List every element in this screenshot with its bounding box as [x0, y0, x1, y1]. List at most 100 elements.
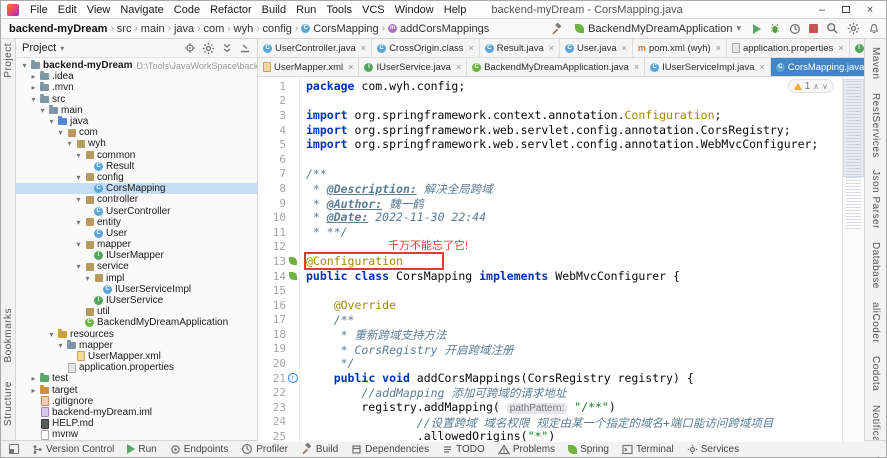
- tab-close-icon[interactable]: ×: [634, 62, 639, 72]
- status-todo[interactable]: TODO: [442, 444, 485, 455]
- code-line[interactable]: registry.addMapping( pathPattern: "/**"): [306, 400, 842, 415]
- tool-window-button-project[interactable]: Project: [3, 43, 14, 78]
- status-run[interactable]: Run: [127, 444, 156, 455]
- tree-item-usercontroller[interactable]: CUserController: [16, 205, 257, 216]
- tree-arrow-icon[interactable]: ▾: [74, 218, 83, 227]
- collapse-all-button[interactable]: [221, 42, 233, 54]
- gutter-line[interactable]: 6: [258, 152, 299, 167]
- tree-arrow-icon[interactable]: ▸: [29, 386, 38, 395]
- tab-pom-xml-wyh[interactable]: mpom.xml (wyh)×: [633, 39, 727, 57]
- menu-edit[interactable]: Edit: [53, 4, 82, 16]
- gutter-line[interactable]: 22: [258, 385, 299, 400]
- tree-item-mapper[interactable]: ▾mapper: [16, 340, 257, 351]
- code-line[interactable]: public void addCorsMappings(CorsRegistry…: [306, 371, 842, 386]
- tree-arrow-icon[interactable]: ▾: [74, 240, 83, 249]
- code-line[interactable]: //设置跨域 域名权限 规定由某一个指定的域名+端口能访问跨域项目: [306, 415, 842, 430]
- gutter-line[interactable]: 9: [258, 196, 299, 211]
- minimap-scrollbar[interactable]: [842, 77, 864, 442]
- tree-arrow-icon[interactable]: ▾: [74, 173, 83, 182]
- gutter-line[interactable]: 20: [258, 356, 299, 371]
- tree-item-main[interactable]: ▾main: [16, 105, 257, 116]
- tab-close-icon[interactable]: ×: [760, 62, 765, 72]
- menu-file[interactable]: File: [25, 4, 53, 16]
- inspections-widget[interactable]: 1 ∧ ∨: [788, 79, 834, 93]
- chevron-down-icon[interactable]: ▾: [60, 44, 64, 53]
- gutter-line[interactable]: 17: [258, 313, 299, 328]
- gutter-line[interactable]: 3: [258, 108, 299, 123]
- build-button[interactable]: [551, 23, 563, 35]
- gutter-line[interactable]: 18: [258, 327, 299, 342]
- tree-arrow-icon[interactable]: ▾: [74, 262, 83, 271]
- tab-backendmydreamapplication-java[interactable]: CBackendMyDreamApplication.java×: [467, 58, 645, 76]
- tree-item-result[interactable]: CResult: [16, 161, 257, 172]
- gutter-line[interactable]: 12: [258, 240, 299, 255]
- gutter-line[interactable]: 16: [258, 298, 299, 313]
- stop-button[interactable]: [809, 24, 818, 33]
- gutter-line[interactable]: 15: [258, 283, 299, 298]
- code-line[interactable]: /**: [306, 313, 842, 328]
- tree-item-test[interactable]: ▸test: [16, 373, 257, 384]
- settings-button[interactable]: [847, 22, 860, 35]
- gutter-line[interactable]: 1: [258, 79, 299, 94]
- gutter-line[interactable]: 14: [258, 269, 299, 284]
- gutter-line[interactable]: 5: [258, 137, 299, 152]
- gutter-line[interactable]: 11: [258, 225, 299, 240]
- menu-build[interactable]: Build: [257, 4, 291, 16]
- tree-item-util[interactable]: util: [16, 306, 257, 317]
- code-line[interactable]: import org.springframework.web.servlet.c…: [306, 123, 842, 138]
- tool-window-button-structure[interactable]: Structure: [3, 381, 14, 426]
- notifications-button[interactable]: [868, 23, 880, 35]
- minimize-button[interactable]: –: [810, 4, 834, 16]
- status-dependencies[interactable]: Dependencies: [351, 444, 429, 455]
- code-editor[interactable]: 123456789101112131415161718192021↑222324…: [258, 77, 864, 442]
- status-profiler[interactable]: Profiler: [241, 443, 288, 455]
- tree-arrow-icon[interactable]: ▾: [74, 151, 83, 160]
- code-line[interactable]: @Override: [306, 298, 842, 313]
- hide-panel-button[interactable]: [239, 42, 251, 54]
- breadcrumb-item-src[interactable]: src: [115, 23, 134, 35]
- tree-arrow-icon[interactable]: ▾: [56, 341, 65, 350]
- status-services[interactable]: Services: [687, 444, 739, 455]
- code-line[interactable]: * @Description: 解决全局跨域: [306, 181, 842, 196]
- tree-item-controller[interactable]: ▾controller: [16, 194, 257, 205]
- gutter-line[interactable]: 4: [258, 123, 299, 138]
- code-line[interactable]: /**: [306, 167, 842, 182]
- breadcrumb-item-com[interactable]: com: [202, 23, 227, 35]
- gutter-line[interactable]: 25: [258, 429, 299, 444]
- tab-close-icon[interactable]: ×: [469, 43, 474, 53]
- code-area[interactable]: package com.wyh.config; import org.spring…: [300, 77, 842, 442]
- next-problem-icon[interactable]: ∨: [822, 82, 828, 91]
- tree-item-entity[interactable]: ▾entity: [16, 217, 257, 228]
- tab-iuserserviceimpl-java[interactable]: CIUserServiceImpl.java×: [645, 58, 771, 76]
- gutter-line[interactable]: 2: [258, 94, 299, 109]
- panel-settings-button[interactable]: [202, 42, 215, 55]
- menu-window[interactable]: Window: [390, 4, 439, 16]
- tool-window-button-alicoder[interactable]: aliCoder: [870, 302, 881, 343]
- tab-close-icon[interactable]: ×: [456, 62, 461, 72]
- tree-item-iuserservice[interactable]: IIUserService: [16, 295, 257, 306]
- tab-crossorigin-class[interactable]: CCrossOrigin.class×: [372, 39, 480, 57]
- prev-problem-icon[interactable]: ∧: [813, 82, 819, 91]
- tree-item-backendmydreamapplication[interactable]: CBackendMyDreamApplication: [16, 317, 257, 328]
- tree-item-resources[interactable]: ▾resources: [16, 329, 257, 340]
- tab-corsmapping-java[interactable]: CCorsMapping.java×: [771, 58, 864, 76]
- tab-iuserservice-java[interactable]: IIUserService.java×: [359, 58, 467, 76]
- tab-close-icon[interactable]: ×: [622, 43, 627, 53]
- code-line[interactable]: package com.wyh.config;: [306, 79, 842, 94]
- tab-close-icon[interactable]: ×: [549, 43, 554, 53]
- breadcrumb-item-backend-mydream[interactable]: backend-myDream: [7, 23, 109, 35]
- gutter-line[interactable]: 7: [258, 167, 299, 182]
- tree-item-idea[interactable]: ▸.idea: [16, 71, 257, 82]
- tool-window-button-bookmarks[interactable]: Bookmarks: [3, 308, 14, 363]
- maximize-button[interactable]: [834, 4, 858, 16]
- gutter-line[interactable]: 24: [258, 415, 299, 430]
- tool-window-button-json-parser[interactable]: Json Parser: [870, 170, 881, 229]
- tree-item-com[interactable]: ▾com: [16, 127, 257, 138]
- tree-item-usermapper-xml[interactable]: UserMapper.xml: [16, 351, 257, 362]
- tree-item-help-md[interactable]: HELP.md: [16, 418, 257, 429]
- tree-item-service[interactable]: ▾service: [16, 261, 257, 272]
- menu-navigate[interactable]: Navigate: [115, 4, 168, 16]
- code-line[interactable]: [306, 240, 842, 255]
- tree-item-target[interactable]: ▸target: [16, 384, 257, 395]
- status-terminal[interactable]: Terminal: [622, 444, 674, 455]
